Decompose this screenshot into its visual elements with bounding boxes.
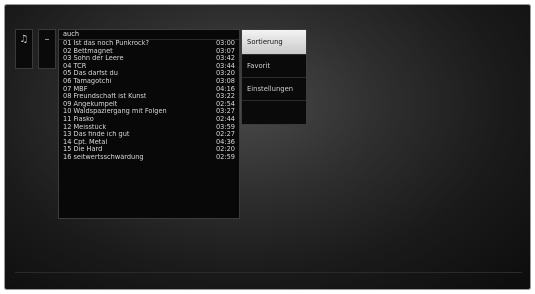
track-title: 11 Fiasko xyxy=(63,115,94,123)
track-row[interactable]: 09 Angekumpelt 02:54 xyxy=(59,100,239,109)
track-title: 08 Freundschaft ist Kunst xyxy=(63,93,147,101)
tv-screen: ♫ – auch 01 Ist das noch Punkrock? 03:00 0… xyxy=(4,4,531,290)
track-title: 10 Waldspaziergang mit Folgen xyxy=(63,108,167,116)
track-list: auch 01 Ist das noch Punkrock? 03:00 02 Be… xyxy=(58,29,240,219)
menu-item-sortierung[interactable]: Sortierung xyxy=(242,30,306,55)
menu-item-einstellungen[interactable]: Einstellungen xyxy=(242,78,306,101)
track-row[interactable]: 02 Bettmagnet 03:07 xyxy=(59,47,239,56)
track-title: 07 MBF xyxy=(63,85,88,93)
track-title: 06 Tamagotchi xyxy=(63,77,112,85)
track-title: 15 Die Hard xyxy=(63,146,103,154)
track-row[interactable]: 11 Fiasko 02:44 xyxy=(59,115,239,124)
track-row[interactable]: 07 MBF 04:16 xyxy=(59,85,239,94)
track-title: 01 Ist das noch Punkrock? xyxy=(63,40,149,47)
track-title: 04 TCR xyxy=(63,62,87,70)
track-title: 09 Angekumpelt xyxy=(63,100,118,108)
music-note-icon[interactable]: ♫ xyxy=(15,29,33,69)
track-row[interactable]: 12 Meisstück 03:59 xyxy=(59,123,239,132)
track-row[interactable]: 16 seitwertsschwärdung 02:59 xyxy=(59,152,239,162)
divider xyxy=(15,272,522,273)
album-title: auch xyxy=(59,30,239,40)
track-title: 16 seitwertsschwärdung xyxy=(63,153,144,161)
track-row[interactable]: 08 Freundschaft ist Kunst 03:22 xyxy=(59,93,239,101)
track-title: 05 Das darfst du xyxy=(63,70,118,78)
track-row[interactable]: 15 Die Hard 02:20 xyxy=(59,146,239,154)
track-duration: 02:59 xyxy=(215,152,235,161)
track-row[interactable]: 13 Das finde ich gut 02:27 xyxy=(59,131,239,139)
track-row[interactable]: 10 Waldspaziergang mit Folgen 03:27 xyxy=(59,108,239,116)
track-title: 03 Sohn der Leere xyxy=(63,55,124,63)
options-menu: Sortierung Favorit Einstellungen xyxy=(241,29,307,125)
track-row[interactable]: 14 Cpt. Metal 04:36 xyxy=(59,138,239,147)
track-title: 12 Meisstück xyxy=(63,123,107,131)
minus-icon[interactable]: – xyxy=(38,29,56,69)
track-title: 14 Cpt. Metal xyxy=(63,138,108,146)
track-row[interactable]: 03 Sohn der Leere 03:42 xyxy=(59,55,239,63)
track-row[interactable]: 01 Ist das noch Punkrock? 03:00 xyxy=(59,39,239,48)
track-title: 13 Das finde ich gut xyxy=(63,131,130,139)
menu-item-favorit[interactable]: Favorit xyxy=(242,55,306,78)
track-row[interactable]: 06 Tamagotchi 03:08 xyxy=(59,77,239,86)
track-rows: 01 Ist das noch Punkrock? 03:00 02 Bettmag… xyxy=(59,39,239,162)
track-title: 02 Bettmagnet xyxy=(63,47,113,55)
track-row[interactable]: 05 Das darfst du 03:20 xyxy=(59,70,239,78)
track-row[interactable]: 04 TCR 03:44 xyxy=(59,62,239,71)
